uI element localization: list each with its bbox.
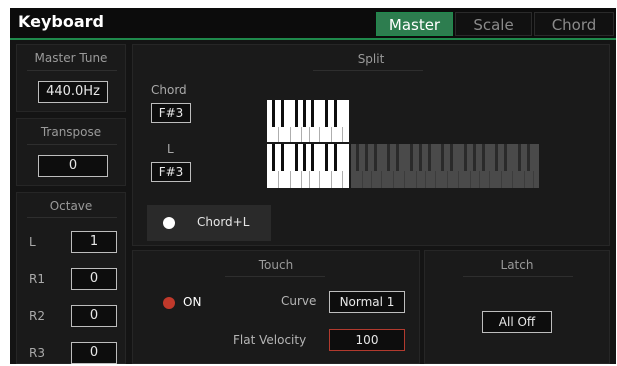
tab-master[interactable]: Master	[376, 12, 453, 36]
radio-dot-icon	[163, 217, 175, 229]
top-bar: Keyboard Master Scale Chord	[10, 8, 616, 40]
split-l-label: L	[167, 142, 174, 156]
octave-row-label: R2	[29, 309, 45, 323]
latch-label: Latch	[500, 258, 534, 272]
tab-scale[interactable]: Scale	[455, 12, 532, 36]
octave-r1-field[interactable]: 0	[71, 268, 117, 290]
curve-field[interactable]: Normal 1	[329, 291, 405, 313]
octave-row-label: R1	[29, 272, 45, 286]
master-tune-label: Master Tune	[34, 51, 108, 65]
octave-row-label: L	[29, 235, 36, 249]
octave-row-label: R3	[29, 346, 45, 360]
all-off-button[interactable]: All Off	[482, 311, 552, 333]
split-l-field[interactable]: F#3	[151, 162, 191, 182]
right-zone-keys	[351, 144, 539, 188]
octave-r3-field[interactable]: 0	[71, 342, 117, 364]
page-title: Keyboard	[18, 12, 104, 31]
divider	[27, 217, 117, 218]
curve-label: Curve	[281, 294, 317, 308]
transpose-panel: Transpose 0	[16, 118, 126, 186]
octave-r2-field[interactable]: 0	[71, 305, 117, 327]
split-chord-label: Chord	[151, 83, 187, 97]
octave-panel: Octave L 1 R1 0 R2 0 R3 0	[16, 192, 126, 364]
tab-chord[interactable]: Chord	[534, 12, 614, 36]
divider	[27, 144, 117, 145]
touch-toggle[interactable]: ON	[161, 294, 241, 314]
divider	[225, 276, 325, 277]
master-tune-field[interactable]: 440.0Hz	[38, 81, 108, 103]
touch-state: ON	[183, 295, 202, 309]
split-keyboard[interactable]	[267, 100, 539, 190]
power-indicator-icon	[163, 297, 175, 309]
divider	[313, 70, 423, 71]
touch-panel: Touch ON Curve Normal 1 Flat Velocity 10…	[132, 250, 420, 364]
keyboard-screen: Keyboard Master Scale Chord Master Tune …	[10, 8, 616, 364]
transpose-label: Transpose	[40, 125, 102, 139]
touch-label: Touch	[258, 258, 294, 272]
split-chord-field[interactable]: F#3	[151, 103, 191, 123]
split-mode-toggle[interactable]: Chord+L	[147, 205, 271, 241]
l-zone-keys	[267, 144, 349, 188]
octave-l-field[interactable]: 1	[71, 231, 117, 253]
octave-label: Octave	[49, 199, 93, 213]
divider	[27, 70, 117, 71]
master-tune-panel: Master Tune 440.0Hz	[16, 44, 126, 112]
split-label: Split	[357, 52, 385, 66]
chord-zone-keys	[267, 100, 349, 142]
transpose-field[interactable]: 0	[38, 155, 108, 177]
split-panel: Split Chord F#3 L F#3 Chord+L	[132, 44, 610, 246]
flat-velocity-label: Flat Velocity	[233, 333, 307, 347]
flat-velocity-field[interactable]: 100	[329, 329, 405, 351]
divider	[463, 276, 573, 277]
latch-panel: Latch All Off	[424, 250, 610, 364]
split-mode-label: Chord+L	[197, 215, 250, 229]
